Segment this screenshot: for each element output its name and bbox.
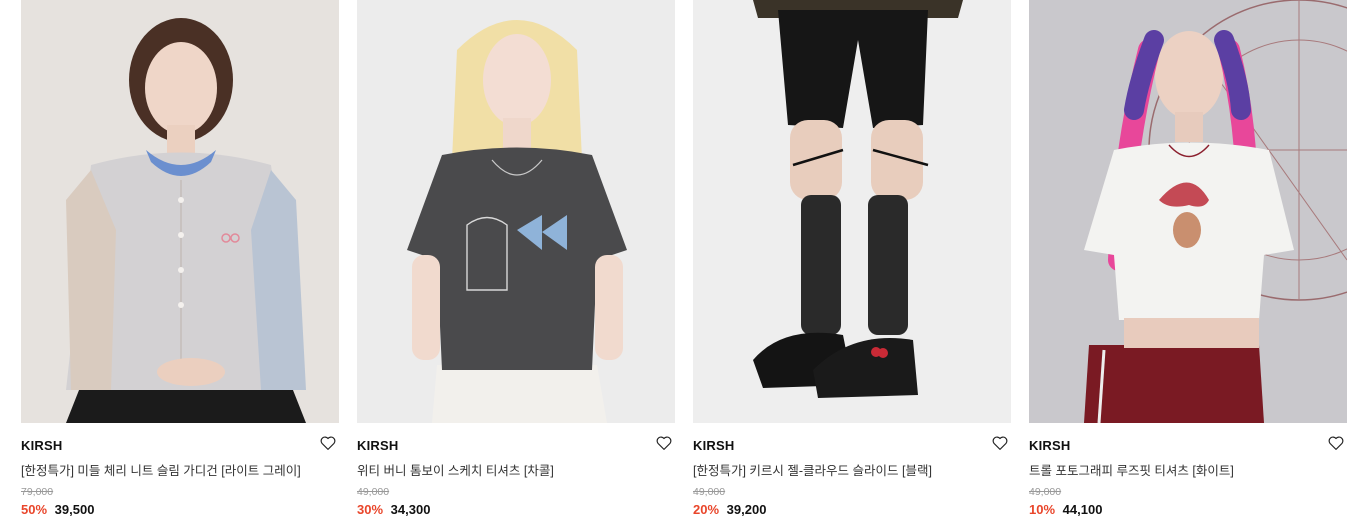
sale-price: 39,200 bbox=[726, 502, 767, 517]
original-price: 49,000 bbox=[357, 486, 390, 498]
discount-rate: 30% bbox=[357, 502, 384, 517]
sale-price: 44,100 bbox=[1062, 502, 1103, 517]
product-image[interactable] bbox=[693, 0, 1011, 423]
price-row: 50% 39,500 bbox=[21, 502, 94, 517]
discount-rate: 50% bbox=[21, 502, 48, 517]
product-title[interactable]: 위티 버니 톰보이 스케치 티셔츠 [차콜] bbox=[357, 460, 657, 479]
brand-name[interactable]: KIRSH bbox=[1029, 438, 1070, 453]
product-title[interactable]: [한정특가] 미들 체리 니트 슬림 가디건 [라이트 그레이] bbox=[21, 460, 321, 479]
discount-rate: 10% bbox=[1029, 502, 1056, 517]
product-image[interactable] bbox=[21, 0, 339, 423]
product-card[interactable]: KIRSH 위티 버니 톰보이 스케치 티셔츠 [차콜] 49,000 30% … bbox=[357, 0, 675, 525]
product-grid: KIRSH [한정특가] 미들 체리 니트 슬림 가디건 [라이트 그레이] 7… bbox=[0, 0, 1356, 525]
original-price: 79,000 bbox=[21, 486, 54, 498]
heart-icon[interactable] bbox=[319, 434, 337, 452]
price-row: 20% 39,200 bbox=[693, 502, 766, 517]
discount-rate: 20% bbox=[693, 502, 720, 517]
original-price: 49,000 bbox=[693, 486, 726, 498]
brand-name[interactable]: KIRSH bbox=[693, 438, 734, 453]
product-image[interactable] bbox=[357, 0, 675, 423]
product-title[interactable]: [한정특가] 키르시 젤-클라우드 슬라이드 [블랙] bbox=[693, 460, 993, 479]
price-row: 10% 44,100 bbox=[1029, 502, 1102, 517]
brand-name[interactable]: KIRSH bbox=[357, 438, 398, 453]
brand-name[interactable]: KIRSH bbox=[21, 438, 62, 453]
product-title[interactable]: 트롤 포토그래피 루즈핏 티셔츠 [화이트] bbox=[1029, 460, 1329, 479]
heart-icon[interactable] bbox=[991, 434, 1009, 452]
product-card[interactable]: KIRSH [한정특가] 미들 체리 니트 슬림 가디건 [라이트 그레이] 7… bbox=[21, 0, 339, 525]
product-card[interactable]: KIRSH 트롤 포토그래피 루즈핏 티셔츠 [화이트] 49,000 10% … bbox=[1029, 0, 1347, 525]
price-row: 30% 34,300 bbox=[357, 502, 430, 517]
product-card[interactable]: KIRSH [한정특가] 키르시 젤-클라우드 슬라이드 [블랙] 49,000… bbox=[693, 0, 1011, 525]
heart-icon[interactable] bbox=[1327, 434, 1345, 452]
product-image[interactable] bbox=[1029, 0, 1347, 423]
sale-price: 34,300 bbox=[390, 502, 431, 517]
sale-price: 39,500 bbox=[54, 502, 95, 517]
original-price: 49,000 bbox=[1029, 486, 1062, 498]
heart-icon[interactable] bbox=[655, 434, 673, 452]
